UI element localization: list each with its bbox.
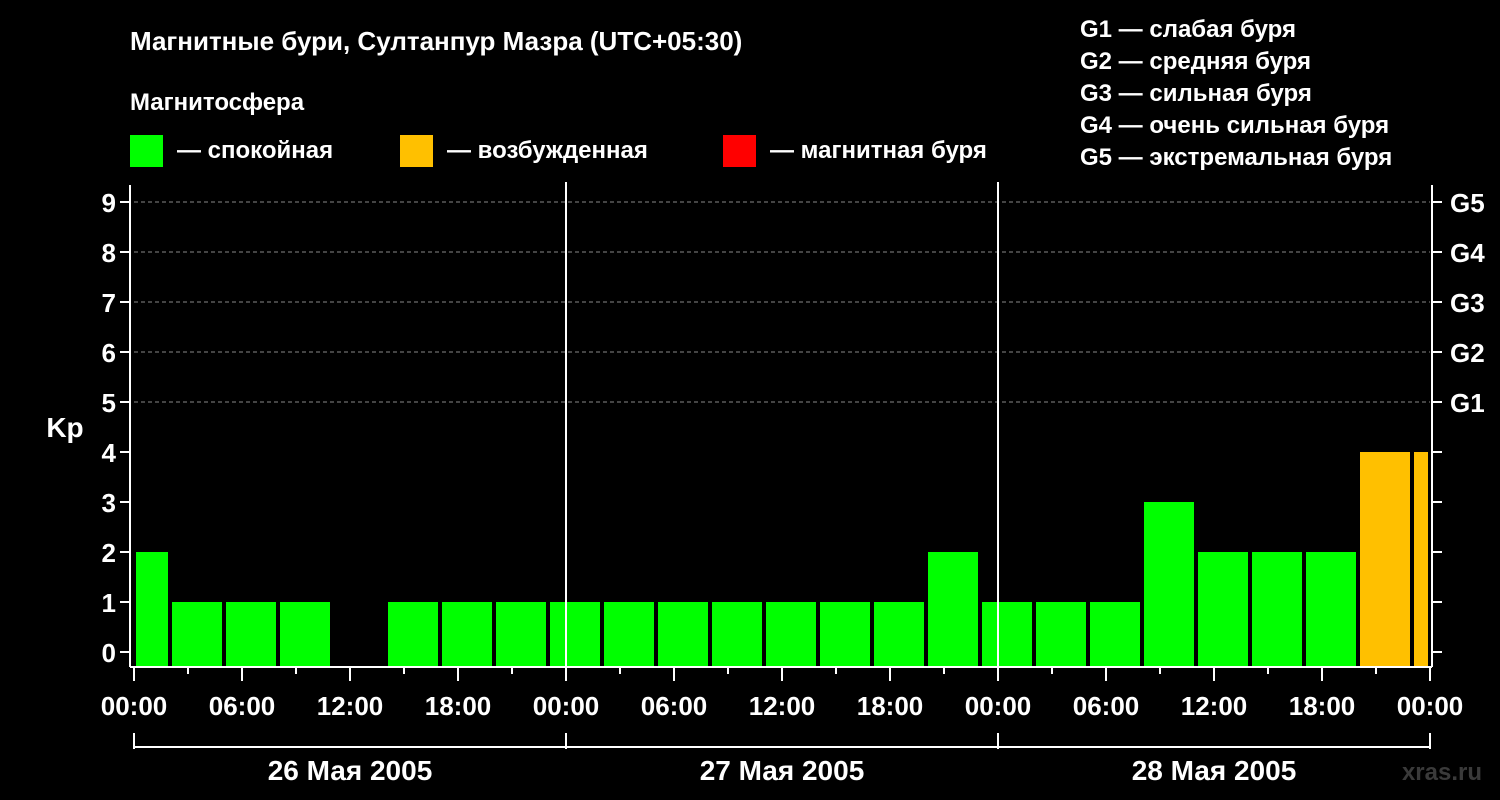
storm-legend-item: G2 — средняя буря — [1080, 48, 1311, 75]
kp-bar — [1036, 602, 1086, 667]
x-tick-label: 00:00 — [101, 691, 168, 721]
magnetosphere-legend: — спокойная — возбужденная — магнитная бур… — [130, 135, 987, 167]
storm-legend-item: G3 — сильная буря — [1080, 80, 1312, 107]
watermark: xras.ru — [1402, 759, 1482, 786]
kp-bar — [1144, 502, 1194, 667]
kp-bar — [388, 602, 438, 667]
x-tick-label: 06:00 — [641, 691, 708, 721]
x-tick-label: 06:00 — [1073, 691, 1140, 721]
kp-bar — [1090, 602, 1140, 667]
y-tick-label: 9 — [102, 188, 116, 218]
kp-bar — [712, 602, 762, 667]
y-tick-label: 7 — [102, 288, 116, 318]
y-tick-label: 8 — [102, 238, 116, 268]
x-tick-label: 00:00 — [1397, 691, 1464, 721]
y-tick-label: 6 — [102, 338, 116, 368]
kp-bar — [928, 552, 978, 667]
y-tick-label: 2 — [102, 538, 116, 568]
x-tick-label: 18:00 — [857, 691, 924, 721]
kp-bar — [172, 602, 222, 667]
x-tick-label: 00:00 — [533, 691, 600, 721]
legend-label: — магнитная буря — [770, 137, 987, 164]
x-tick-label: 18:00 — [425, 691, 492, 721]
kp-bar — [1198, 552, 1248, 667]
storm-legend-item: G1 — слабая буря — [1080, 16, 1296, 43]
day-label: 27 Мая 2005 — [700, 755, 865, 786]
kp-bar — [226, 602, 276, 667]
kp-bar — [1360, 452, 1410, 667]
kp-bar — [1414, 452, 1428, 667]
x-tick-label: 00:00 — [965, 691, 1032, 721]
storm-level-label: G1 — [1450, 388, 1485, 418]
storm-level-label: G2 — [1450, 338, 1485, 368]
x-tick-label: 18:00 — [1289, 691, 1356, 721]
kp-bar — [442, 602, 492, 667]
x-tick-label: 12:00 — [317, 691, 384, 721]
chart-title: Магнитные бури, Султанпур Мазра (UTC+05:… — [130, 26, 742, 56]
kp-bar — [496, 602, 546, 667]
legend-swatch — [130, 135, 163, 167]
storm-level-label: G5 — [1450, 188, 1485, 218]
x-tick-label: 06:00 — [209, 691, 276, 721]
day-label: 28 Мая 2005 — [1132, 755, 1297, 786]
storm-legend-item: G5 — экстремальная буря — [1080, 144, 1392, 171]
x-tick-label: 12:00 — [1181, 691, 1248, 721]
kp-bar — [982, 602, 1032, 667]
kp-chart: Магнитные бури, Султанпур Мазра (UTC+05:… — [0, 0, 1500, 800]
y-tick-label: 1 — [102, 588, 116, 618]
y-axis-label: Kp — [46, 412, 83, 443]
kp-bar — [550, 602, 600, 667]
kp-bar — [820, 602, 870, 667]
day-label: 26 Мая 2005 — [268, 755, 433, 786]
storm-legend-item: G4 — очень сильная буря — [1080, 112, 1389, 139]
magnetosphere-heading: Магнитосфера — [130, 89, 305, 116]
kp-bar — [766, 602, 816, 667]
x-tick-label: 12:00 — [749, 691, 816, 721]
legend-label: — возбужденная — [447, 137, 648, 164]
storm-level-label: G3 — [1450, 288, 1485, 318]
storm-level-label: G4 — [1450, 238, 1485, 268]
y-tick-label: 5 — [102, 388, 116, 418]
kp-bar — [1306, 552, 1356, 667]
y-tick-label: 4 — [102, 438, 117, 468]
kp-bar — [658, 602, 708, 667]
kp-bar — [136, 552, 168, 667]
y-tick-label: 0 — [102, 638, 116, 668]
kp-bar — [874, 602, 924, 667]
legend-label: — спокойная — [177, 137, 333, 164]
legend-swatch — [723, 135, 756, 167]
kp-bar — [280, 602, 330, 667]
y-tick-label: 3 — [102, 488, 116, 518]
legend-swatch — [400, 135, 433, 167]
kp-bar — [604, 602, 654, 667]
kp-bar — [1252, 552, 1302, 667]
